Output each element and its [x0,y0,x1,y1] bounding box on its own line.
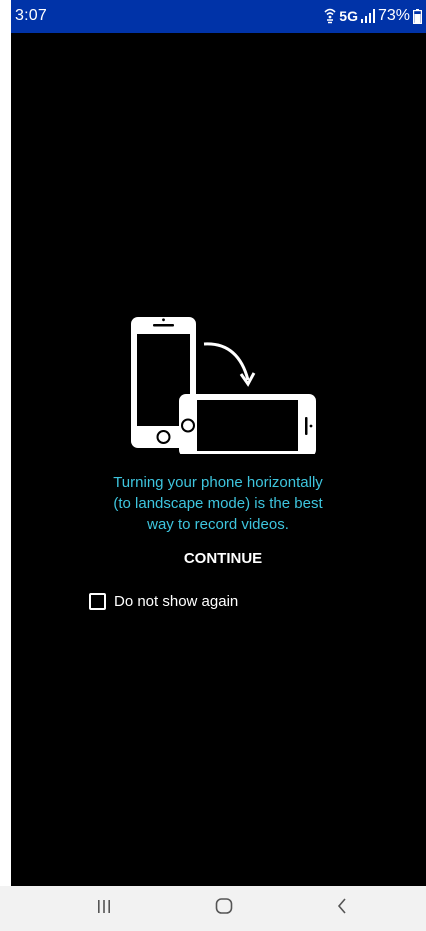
system-nav-bar [0,886,426,931]
continue-button[interactable]: CONTINUE [163,545,283,571]
status-time: 3:07 [15,7,47,24]
wifi-calling-icon [324,8,336,24]
home-icon [215,897,233,920]
app-screen: 3:07 5G 73% Turning your phone horizonta… [11,0,426,931]
message-line: (to landscape mode) is the best [113,495,323,512]
checkbox-label: Do not show again [114,592,239,610]
message-line: Turning your phone horizontally [113,474,323,491]
orientation-message: Turning your phone horizontally (to land… [68,472,368,535]
do-not-show-again-checkbox[interactable]: Do not show again [89,589,238,613]
battery-percent: 73% [377,7,410,24]
orientation-dialog: Turning your phone horizontally (to land… [11,33,426,886]
recent-apps-button[interactable] [74,886,134,931]
home-button[interactable] [194,886,254,931]
recent-apps-icon [96,898,112,919]
signal-icon [360,9,375,23]
status-bar: 3:07 5G 73% [11,0,426,33]
message-line: way to record videos. [147,516,289,533]
rotate-phone-icon [126,314,326,457]
battery-icon [413,8,422,24]
status-indicators: 5G 73% [324,6,422,26]
back-icon [335,897,349,920]
network-type: 5G [339,8,358,24]
checkbox-box[interactable] [89,592,106,610]
back-button[interactable] [312,886,372,931]
